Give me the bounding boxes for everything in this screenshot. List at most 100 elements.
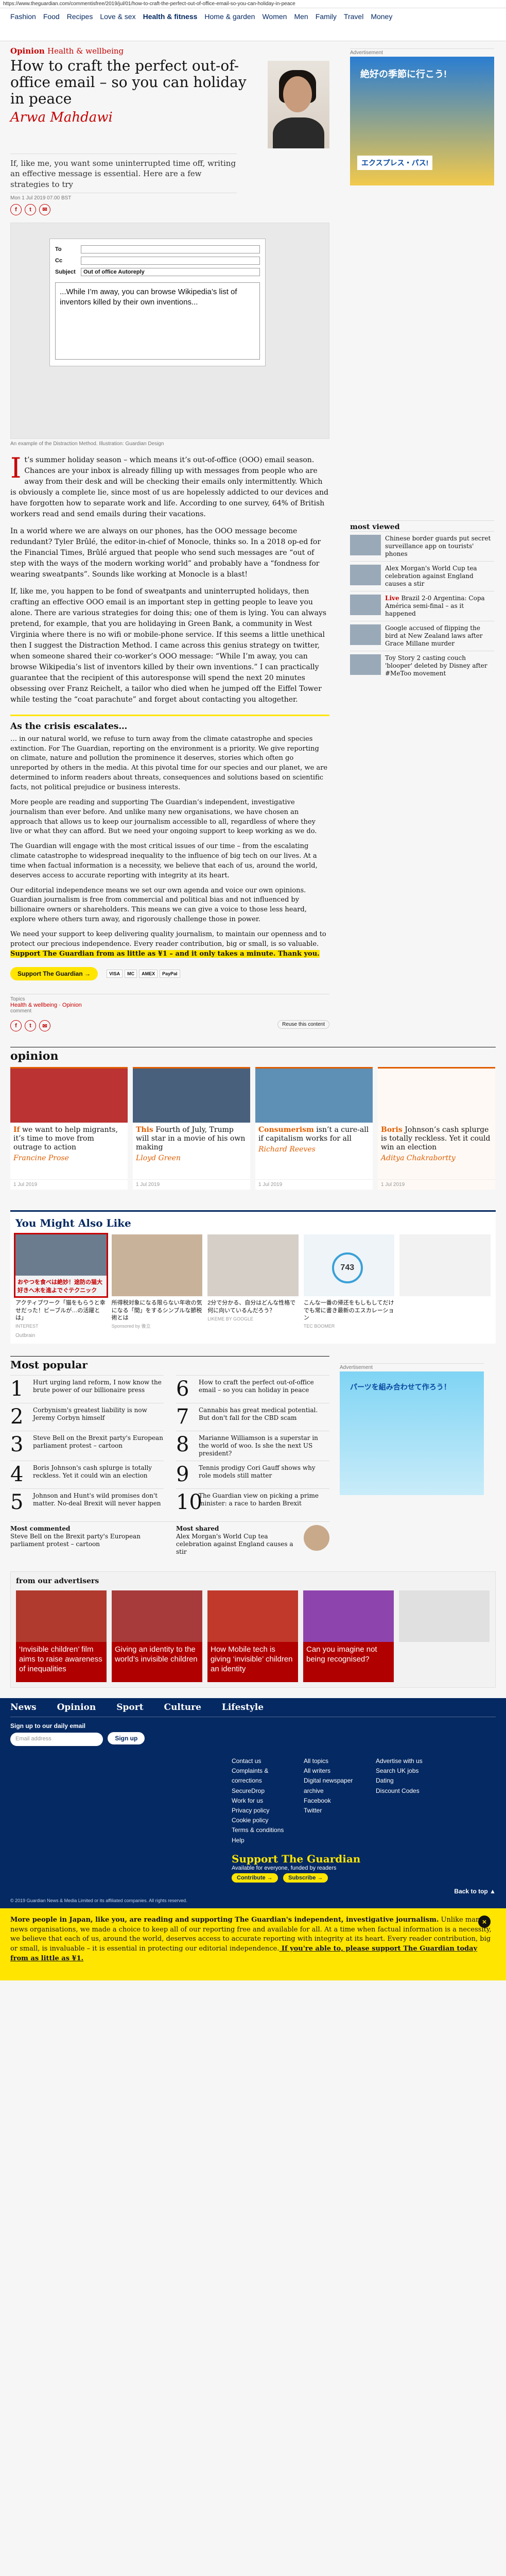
- payment-methods: VISA MC AMEX PayPal: [107, 969, 180, 978]
- opinion-image: [255, 1069, 373, 1123]
- most-popular-item[interactable]: 4 Boris Johnson's cash splurge is totally…: [10, 1461, 164, 1488]
- recommended-item[interactable]: 743 こんな一番の帰还をもしもしてだけでも常に書き最新のエスカレーション TEC …: [303, 1234, 395, 1330]
- footer-link[interactable]: Search UK jobs: [376, 1766, 432, 1776]
- facebook-share-icon[interactable]: f: [10, 1020, 22, 1032]
- signup-button[interactable]: Sign up: [108, 1732, 145, 1745]
- email-share-icon[interactable]: ✉: [39, 204, 50, 215]
- most-popular-item[interactable]: 7 Cannabis has great medical potential. B…: [176, 1403, 329, 1431]
- nav-item[interactable]: Health & fitness: [143, 12, 198, 21]
- nav-item[interactable]: Home & garden: [204, 12, 255, 21]
- nav-item[interactable]: Money: [371, 12, 392, 21]
- section-label[interactable]: Opinion: [10, 46, 45, 56]
- footer-link[interactable]: Terms & conditions: [232, 1825, 288, 1835]
- twitter-share-icon[interactable]: t: [25, 204, 36, 215]
- footer-nav-item[interactable]: Sport: [116, 1702, 143, 1713]
- most-popular-item[interactable]: 3 Steve Bell on the Brexit party's Europe…: [10, 1431, 164, 1461]
- footer-link[interactable]: All writers: [304, 1766, 360, 1776]
- most-commented[interactable]: Most commented Steve Bell on the Brexit p…: [10, 1525, 164, 1556]
- footer-link[interactable]: Twitter: [304, 1806, 360, 1816]
- footer-link[interactable]: Cookie policy: [232, 1816, 288, 1825]
- advertiser-item[interactable]: Giving an identity to the world’s invisi…: [112, 1590, 202, 1683]
- advertisement[interactable]: 絶好の季節に行こう! エクスプレス・パス!: [350, 57, 494, 185]
- close-icon[interactable]: ×: [478, 1915, 491, 1928]
- footer-link[interactable]: Work for us: [232, 1796, 288, 1806]
- footer-link[interactable]: Contact us: [232, 1756, 288, 1766]
- advertiser-item[interactable]: ‘Invisible children’ film aims to raise …: [16, 1590, 107, 1683]
- most-popular-item[interactable]: 8 Marianne Williamson is a superstar in t…: [176, 1431, 329, 1461]
- footer-link[interactable]: Advertise with us: [376, 1756, 432, 1766]
- facebook-share-icon[interactable]: f: [10, 204, 22, 215]
- recommended-item[interactable]: 所得税対象になる限らない年收の気になる「間」をするシンプルな節税術とは Spons…: [111, 1234, 203, 1330]
- dateline: Mon 1 Jul 2019 07.00 BST: [10, 192, 237, 201]
- advertisement[interactable]: パーツを組み合わせて作ろう！: [340, 1371, 484, 1496]
- most-popular-item[interactable]: 5 Johnson and Hunt's wild promises don't …: [10, 1488, 164, 1516]
- nav-item[interactable]: Women: [262, 12, 287, 21]
- footer-link[interactable]: Facebook: [304, 1796, 360, 1806]
- author-byline[interactable]: Arwa Mahdawi: [10, 110, 252, 125]
- opinion-card[interactable]: If we want to help migrants, it’s time t…: [10, 1067, 128, 1190]
- footer-nav-item[interactable]: News: [10, 1702, 37, 1713]
- article-kicker[interactable]: Opinion Health & wellbeing: [10, 46, 329, 56]
- nav-item[interactable]: Fashion: [10, 12, 36, 21]
- contribute-button[interactable]: Contribute →: [232, 1873, 278, 1883]
- footer-nav-item[interactable]: Opinion: [57, 1702, 96, 1713]
- comment-label[interactable]: comment: [10, 1008, 329, 1014]
- most-viewed-item[interactable]: Live Brazil 2-0 Argentina: Copa América …: [350, 591, 494, 621]
- twitter-share-icon[interactable]: t: [25, 1020, 36, 1032]
- most-popular-item[interactable]: 9 Tennis prodigy Cori Gauff shows why rol…: [176, 1461, 329, 1488]
- most-viewed-item[interactable]: Toy Story 2 casting couch 'blooper' dele…: [350, 651, 494, 681]
- opinion-card[interactable]: This Fourth of July, Trump will star in …: [133, 1067, 250, 1190]
- most-popular-title: Most popular: [10, 1356, 329, 1371]
- footer-link[interactable]: Discount Codes: [376, 1786, 432, 1796]
- most-popular-item[interactable]: 10 The Guardian view on picking a prime m…: [176, 1488, 329, 1516]
- footer-link[interactable]: Complaints & corrections: [232, 1766, 288, 1786]
- most-viewed-thumbnail: [350, 654, 381, 675]
- most-viewed-item[interactable]: Alex Morgan's World Cup tea celebration …: [350, 561, 494, 591]
- email-input[interactable]: Email address: [10, 1733, 103, 1747]
- subscribe-button[interactable]: Subscribe →: [283, 1873, 328, 1883]
- opinion-card[interactable]: Boris Johnson’s cash splurge is totally …: [378, 1067, 495, 1190]
- most-viewed-item[interactable]: Chinese border guards put secret surveil…: [350, 531, 494, 561]
- advertiser-item[interactable]: How Mobile tech is giving ‘invisible’ ch…: [207, 1590, 298, 1683]
- advertiser-item[interactable]: Can you imagine not being recognised?: [303, 1590, 394, 1683]
- support-button[interactable]: Support The Guardian →: [10, 967, 98, 981]
- ad-text: パーツを組み合わせて作ろう！: [350, 1383, 451, 1392]
- nav-item[interactable]: Recipes: [67, 12, 93, 21]
- most-shared[interactable]: Most shared Alex Morgan's World Cup tea c…: [176, 1525, 329, 1556]
- outbrain-logo[interactable]: Outbrain: [15, 1333, 491, 1338]
- opinion-card[interactable]: Consumerism isn’t a cure-all if capitali…: [255, 1067, 373, 1190]
- footer-link[interactable]: Digital newspaper archive: [304, 1776, 360, 1795]
- recommended-item[interactable]: [399, 1234, 491, 1330]
- footer-link[interactable]: All topics: [304, 1756, 360, 1766]
- email-share-icon[interactable]: ✉: [39, 1020, 50, 1032]
- reuse-content-button[interactable]: Reuse this content: [277, 1020, 329, 1029]
- advertiser-item[interactable]: [399, 1590, 490, 1682]
- most-popular-item[interactable]: 6 How to craft the perfect out-of-office …: [176, 1375, 329, 1403]
- nav-item[interactable]: Food: [43, 12, 60, 21]
- footer-nav-item[interactable]: Culture: [164, 1702, 201, 1713]
- paragraph: In a world where we are always on our ph…: [10, 527, 321, 579]
- paypal-icon: PayPal: [160, 969, 180, 978]
- topics-links[interactable]: Health & wellbeing · Opinion: [10, 1002, 329, 1008]
- recommended-item[interactable]: 2分で分かる、自分はどんな性格で何に向いているんだろう？ LIKEME BY GO…: [207, 1234, 299, 1330]
- most-popular-text: Cannabis has great medical potential. Bu…: [199, 1406, 318, 1422]
- footer-link[interactable]: Help: [232, 1836, 288, 1845]
- ad-label: Advertisement: [340, 1363, 484, 1370]
- back-to-top-link[interactable]: Back to top ▲: [10, 1888, 496, 1895]
- browser-url-bar[interactable]: https://www.theguardian.com/commentisfre…: [0, 0, 506, 8]
- rank-number: 2: [10, 1405, 24, 1429]
- footer-link[interactable]: Dating: [376, 1776, 432, 1786]
- nav-item[interactable]: Love & sex: [100, 12, 135, 21]
- nav-item[interactable]: Men: [294, 12, 308, 21]
- footer-link[interactable]: Privacy policy: [232, 1806, 288, 1816]
- subsection-label[interactable]: Health & wellbeing: [47, 46, 124, 56]
- most-viewed-item[interactable]: Google accused of flipping the bird at N…: [350, 621, 494, 651]
- footer-link[interactable]: SecureDrop: [232, 1786, 288, 1796]
- epic-highlight: Support The Guardian from as little as ¥…: [10, 950, 320, 958]
- nav-item[interactable]: Family: [316, 12, 337, 21]
- recommended-item[interactable]: おやつを食べは絶妙！途防の猫大好きへ木を進よでぐテクニック アクティブワーク「猫を…: [14, 1233, 108, 1330]
- most-popular-item[interactable]: 1 Hurt urging land reform, I now know the…: [10, 1375, 164, 1403]
- footer-nav-item[interactable]: Lifestyle: [222, 1702, 264, 1713]
- nav-item[interactable]: Travel: [344, 12, 363, 21]
- most-popular-item[interactable]: 2 Corbynism's greatest liability is now J…: [10, 1403, 164, 1431]
